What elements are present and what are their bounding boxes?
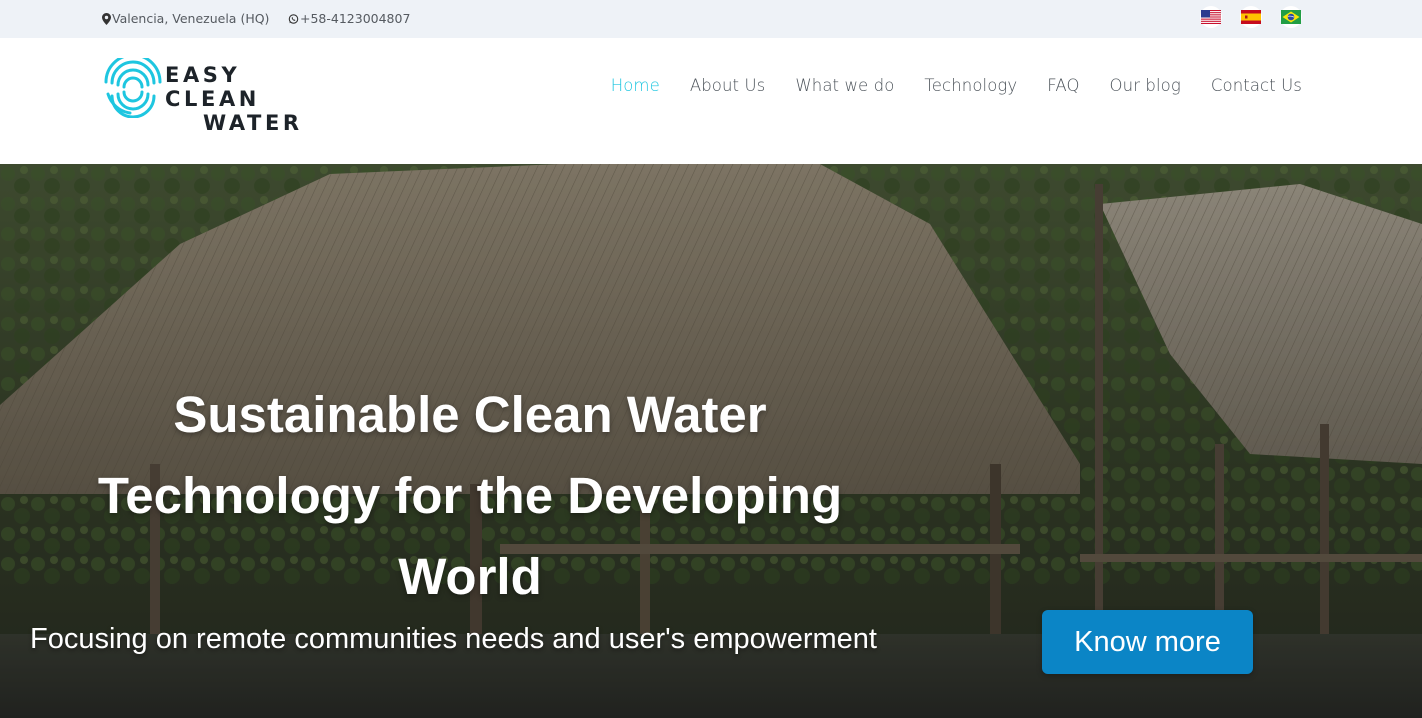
know-more-button[interactable]: Know more — [1042, 610, 1253, 674]
whatsapp-icon — [288, 13, 299, 25]
brand-logo[interactable]: EASY CLEAN WATER — [102, 58, 342, 135]
map-marker-icon — [102, 12, 111, 25]
nav-about-us[interactable]: About Us — [690, 76, 766, 95]
language-portuguese[interactable] — [1280, 6, 1302, 28]
site-header: EASY CLEAN WATER Home About Us What we d… — [0, 38, 1422, 164]
hero-title: Sustainable Clean Water Technology for t… — [97, 386, 843, 605]
language-switcher — [1200, 6, 1302, 28]
nav-home[interactable]: Home — [611, 76, 660, 95]
phone-text[interactable]: +58-4123004807 — [300, 11, 410, 26]
brazil-flag-icon — [1281, 10, 1301, 24]
top-bar: Valencia, Venezuela (HQ) +58-4123004807 — [0, 0, 1422, 38]
water-ripple-logo-icon — [104, 58, 162, 118]
language-spanish[interactable] — [1240, 6, 1262, 28]
location-info: Valencia, Venezuela (HQ) — [102, 11, 269, 26]
main-nav: Home About Us What we do Technology FAQ … — [611, 76, 1302, 95]
brand-line-1: EASY CLEAN — [165, 63, 260, 111]
nav-our-blog[interactable]: Our blog — [1110, 76, 1181, 95]
nav-what-we-do[interactable]: What we do — [795, 76, 894, 95]
us-flag-icon — [1201, 10, 1221, 24]
phone-info[interactable]: +58-4123004807 — [288, 11, 410, 26]
hero-subtitle: Focusing on remote communities needs and… — [30, 623, 877, 655]
nav-technology[interactable]: Technology — [924, 76, 1017, 95]
location-text: Valencia, Venezuela (HQ) — [112, 11, 270, 26]
nav-faq[interactable]: FAQ — [1047, 76, 1079, 95]
nav-contact-us[interactable]: Contact Us — [1211, 76, 1302, 95]
spain-flag-icon — [1241, 10, 1261, 24]
brand-line-2: WATER — [203, 111, 303, 135]
brand-name: EASY CLEAN WATER — [165, 63, 342, 135]
language-english[interactable] — [1200, 6, 1222, 28]
hero-section: Sustainable Clean Water Technology for t… — [0, 164, 1422, 718]
